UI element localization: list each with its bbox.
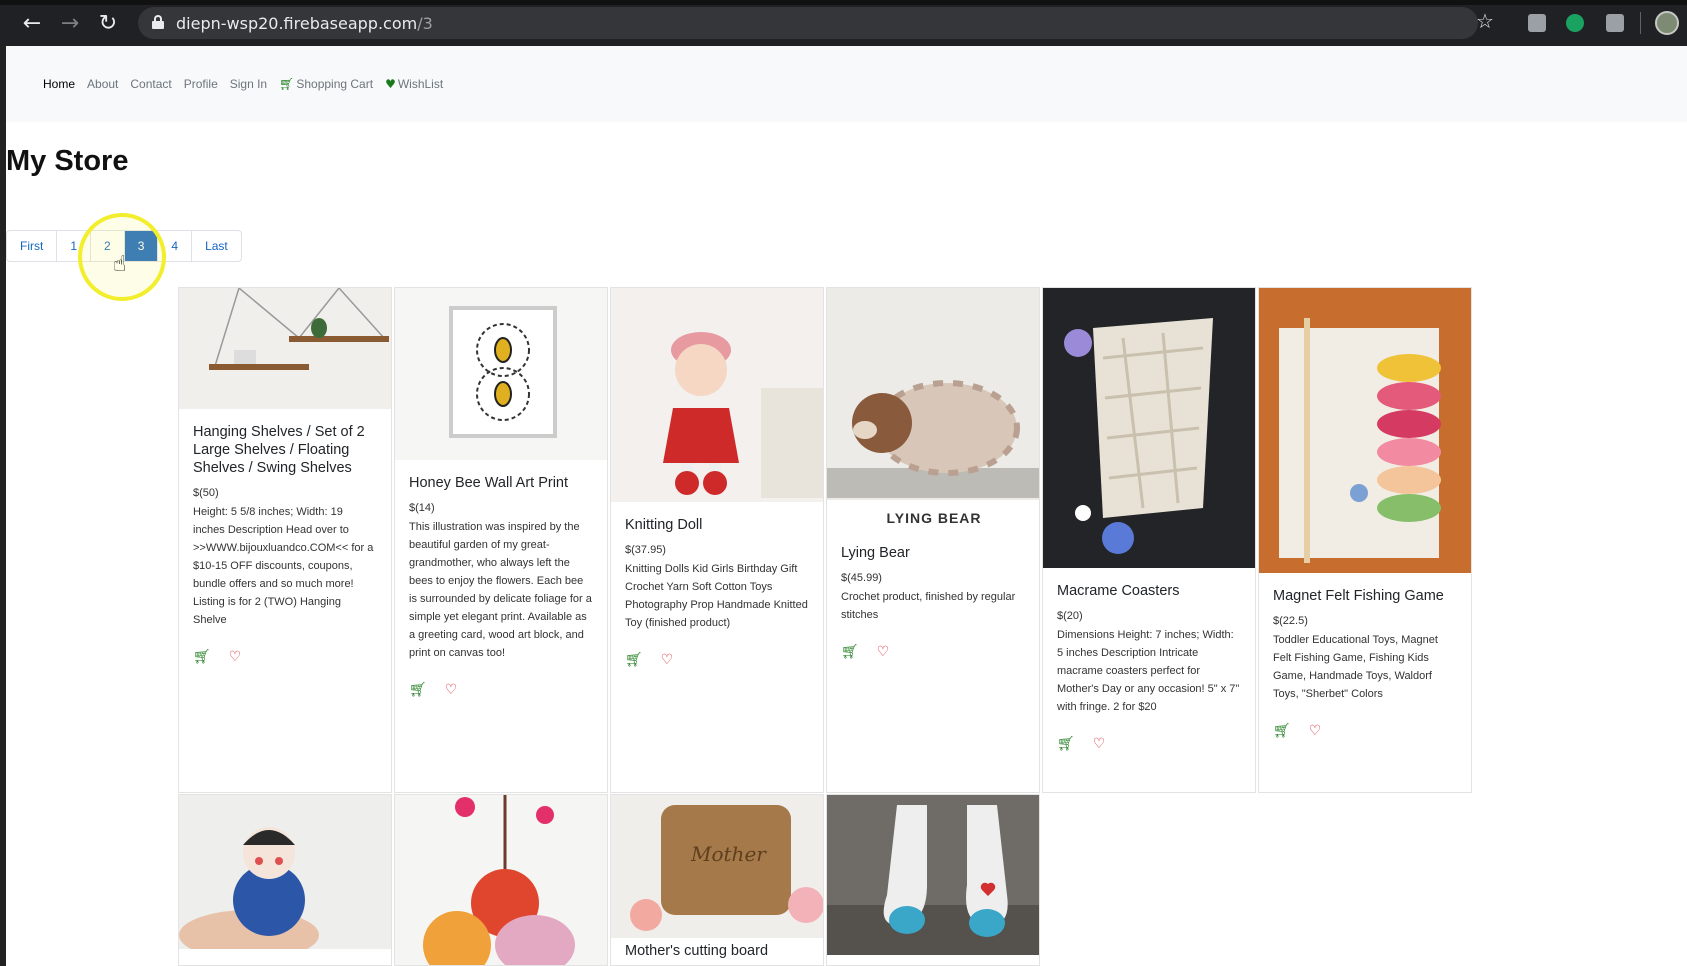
product-card — [178, 794, 392, 966]
macrame-coasters-image — [1043, 288, 1255, 568]
product-name[interactable]: Honey Bee Wall Art Print — [409, 474, 593, 492]
image-caption: LYING BEAR — [886, 510, 982, 526]
knitting-doll-image — [611, 288, 823, 502]
profile-avatar[interactable] — [1655, 11, 1679, 35]
nav-wishlist[interactable]: ♥ WishList — [385, 77, 443, 91]
product-name[interactable]: Knitting Doll — [625, 516, 809, 534]
forward-icon[interactable]: → — [56, 10, 84, 38]
product-description: Knitting Dolls Kid Girls Birthday Gift C… — [625, 563, 808, 629]
product-price: $(45.99) — [841, 572, 882, 584]
product-name[interactable]: Macrame Coasters — [1057, 582, 1241, 600]
roly-poly-doll-image — [179, 795, 391, 949]
product-image — [179, 795, 391, 949]
reload-icon[interactable]: ↻ — [94, 10, 122, 38]
product-price: $(20) — [1057, 610, 1083, 622]
site-navbar: Home About Contact Profile Sign In 🛒︎ Sho… — [0, 46, 1687, 122]
nav-contact[interactable]: Contact — [130, 77, 171, 91]
svg-text:Mother: Mother — [690, 842, 767, 866]
wishlist-heart-icon[interactable]: ♡ — [877, 644, 890, 660]
product-card: Knitting Doll $(37.95) Knitting Dolls Ki… — [610, 287, 824, 793]
product-image — [395, 795, 607, 965]
hand-cursor-icon: ☝ — [113, 252, 127, 277]
address-bar[interactable]: diepn-wsp20.firebaseapp.com/3 — [138, 7, 1478, 39]
browser-tab-strip — [0, 0, 1687, 5]
back-icon[interactable]: ← — [18, 10, 46, 38]
url-host: diepn-wsp20.firebaseapp.com — [176, 14, 418, 33]
nav-shopping-cart[interactable]: 🛒︎ Shopping Cart — [279, 77, 373, 91]
shopping-cart-label: Shopping Cart — [296, 77, 374, 91]
product-card: Honey Bee Wall Art Print $(14) This illu… — [394, 287, 608, 793]
product-name[interactable]: Lying Bear — [841, 544, 1025, 562]
wishlist-label: WishList — [397, 77, 444, 91]
wishlist-heart-icon[interactable]: ♡ — [229, 649, 242, 665]
product-description: Crochet product, finished by regular sti… — [841, 591, 1016, 621]
product-image — [827, 795, 1039, 955]
product-card: LYING BEAR Lying Bear $(45.99) Crochet p… — [826, 287, 1040, 793]
product-image — [179, 288, 391, 409]
product-price: $(14) — [409, 502, 435, 514]
product-image — [1043, 288, 1255, 568]
yarn-balls-image — [395, 795, 607, 965]
shopping-cart-icon: 🛒︎ — [279, 77, 295, 91]
add-to-cart-icon[interactable]: 🛒︎ — [1057, 736, 1075, 752]
page-last-button[interactable]: Last — [192, 231, 241, 261]
product-card: Hanging Shelves / Set of 2 Large Shelves… — [178, 287, 392, 793]
window-left-edge — [0, 46, 6, 966]
add-to-cart-icon[interactable]: 🛒︎ — [409, 682, 427, 698]
product-image — [611, 288, 823, 502]
add-to-cart-icon[interactable]: 🛒︎ — [625, 652, 643, 668]
nav-about[interactable]: About — [87, 77, 118, 91]
product-image — [395, 288, 607, 460]
add-to-cart-icon[interactable]: 🛒︎ — [1273, 723, 1291, 739]
wishlist-heart-icon[interactable]: ♡ — [1309, 723, 1322, 739]
product-price: $(50) — [193, 487, 219, 499]
grammarly-extension-icon[interactable] — [1566, 14, 1584, 32]
felt-fishing-game-image — [1259, 288, 1471, 573]
nav-links: Home About Contact Profile Sign In 🛒︎ Sho… — [43, 77, 443, 91]
url-text: diepn-wsp20.firebaseapp.com/3 — [176, 14, 433, 33]
product-image: LYING BEAR — [827, 288, 1039, 530]
product-price: $(22.5) — [1273, 615, 1308, 627]
cutting-board-image: Mother — [611, 795, 823, 938]
product-description: Toddler Educational Toys, Magnet Felt Fi… — [1273, 634, 1438, 700]
product-card — [826, 794, 1040, 966]
add-to-cart-icon[interactable]: 🛒︎ — [193, 649, 211, 665]
lying-bear-image — [827, 288, 1039, 530]
lock-icon — [152, 15, 164, 29]
url-path: /3 — [417, 14, 433, 33]
page-first-button[interactable]: First — [7, 231, 58, 261]
nav-profile[interactable]: Profile — [184, 77, 218, 91]
product-image: Mother — [611, 795, 823, 938]
browser-toolbar: ← → ↻ diepn-wsp20.firebaseapp.com/3 ☆ — [0, 0, 1687, 46]
novelty-socks-image — [827, 795, 1039, 955]
heart-icon: ♥ — [385, 77, 396, 91]
wishlist-heart-icon[interactable]: ♡ — [1093, 736, 1106, 752]
bookmark-star-icon[interactable]: ☆ — [1476, 9, 1494, 33]
toolbar-divider — [1640, 12, 1641, 34]
nav-home[interactable]: Home — [43, 77, 75, 91]
product-name[interactable]: Hanging Shelves / Set of 2 Large Shelves… — [193, 423, 377, 477]
product-card: Magnet Felt Fishing Game $(22.5) Toddler… — [1258, 287, 1472, 793]
product-description: This illustration was inspired by the be… — [409, 521, 592, 659]
product-description: Dimensions Height: 7 inches; Width: 5 in… — [1057, 629, 1240, 713]
product-image — [1259, 288, 1471, 573]
hanging-shelves-image — [179, 288, 391, 409]
extension-icon[interactable] — [1606, 14, 1624, 32]
product-price: $(37.95) — [625, 544, 666, 556]
wishlist-heart-icon[interactable]: ♡ — [661, 652, 674, 668]
product-description: Height: 5 5/8 inches; Width: 19 inches D… — [193, 506, 374, 626]
extension-icon[interactable] — [1528, 14, 1546, 32]
product-name[interactable]: Mother's cutting board — [625, 942, 809, 960]
wishlist-heart-icon[interactable]: ♡ — [445, 682, 458, 698]
nav-sign-in[interactable]: Sign In — [230, 77, 267, 91]
page-title: My Store — [6, 145, 129, 177]
product-name[interactable]: Magnet Felt Fishing Game — [1273, 587, 1457, 605]
add-to-cart-icon[interactable]: 🛒︎ — [841, 644, 859, 660]
product-card: Mother Mother's cutting board — [610, 794, 824, 966]
product-card — [394, 794, 608, 966]
honey-bee-print-image — [395, 288, 607, 460]
product-card: Macrame Coasters $(20) Dimensions Height… — [1042, 287, 1256, 793]
